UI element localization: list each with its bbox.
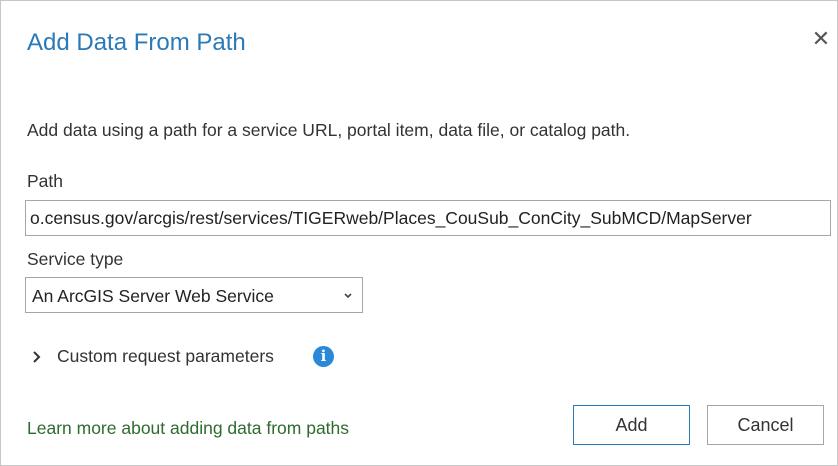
chevron-right-icon bbox=[33, 351, 41, 363]
add-data-from-path-dialog: Add Data From Path ✕ Add data using a pa… bbox=[0, 0, 838, 466]
custom-request-parameters-label: Custom request parameters bbox=[57, 346, 274, 366]
service-type-label: Service type bbox=[27, 249, 124, 269]
close-icon[interactable]: ✕ bbox=[809, 27, 833, 51]
cancel-button[interactable]: Cancel bbox=[707, 405, 824, 445]
dialog-description: Add data using a path for a service URL,… bbox=[27, 120, 631, 140]
path-label: Path bbox=[27, 171, 63, 191]
dialog-title: Add Data From Path bbox=[27, 29, 246, 56]
service-type-select[interactable]: An ArcGIS Server Web Service bbox=[25, 277, 363, 313]
info-icon[interactable]: i bbox=[313, 346, 334, 367]
service-type-selected-value: An ArcGIS Server Web Service bbox=[32, 286, 274, 306]
path-input-value: o.census.gov/arcgis/rest/services/TIGERw… bbox=[30, 207, 752, 228]
learn-more-link[interactable]: Learn more about adding data from paths bbox=[27, 418, 349, 439]
dropdown-arrow-icon bbox=[344, 293, 352, 299]
add-button[interactable]: Add bbox=[573, 405, 690, 445]
path-input[interactable]: o.census.gov/arcgis/rest/services/TIGERw… bbox=[25, 200, 831, 236]
